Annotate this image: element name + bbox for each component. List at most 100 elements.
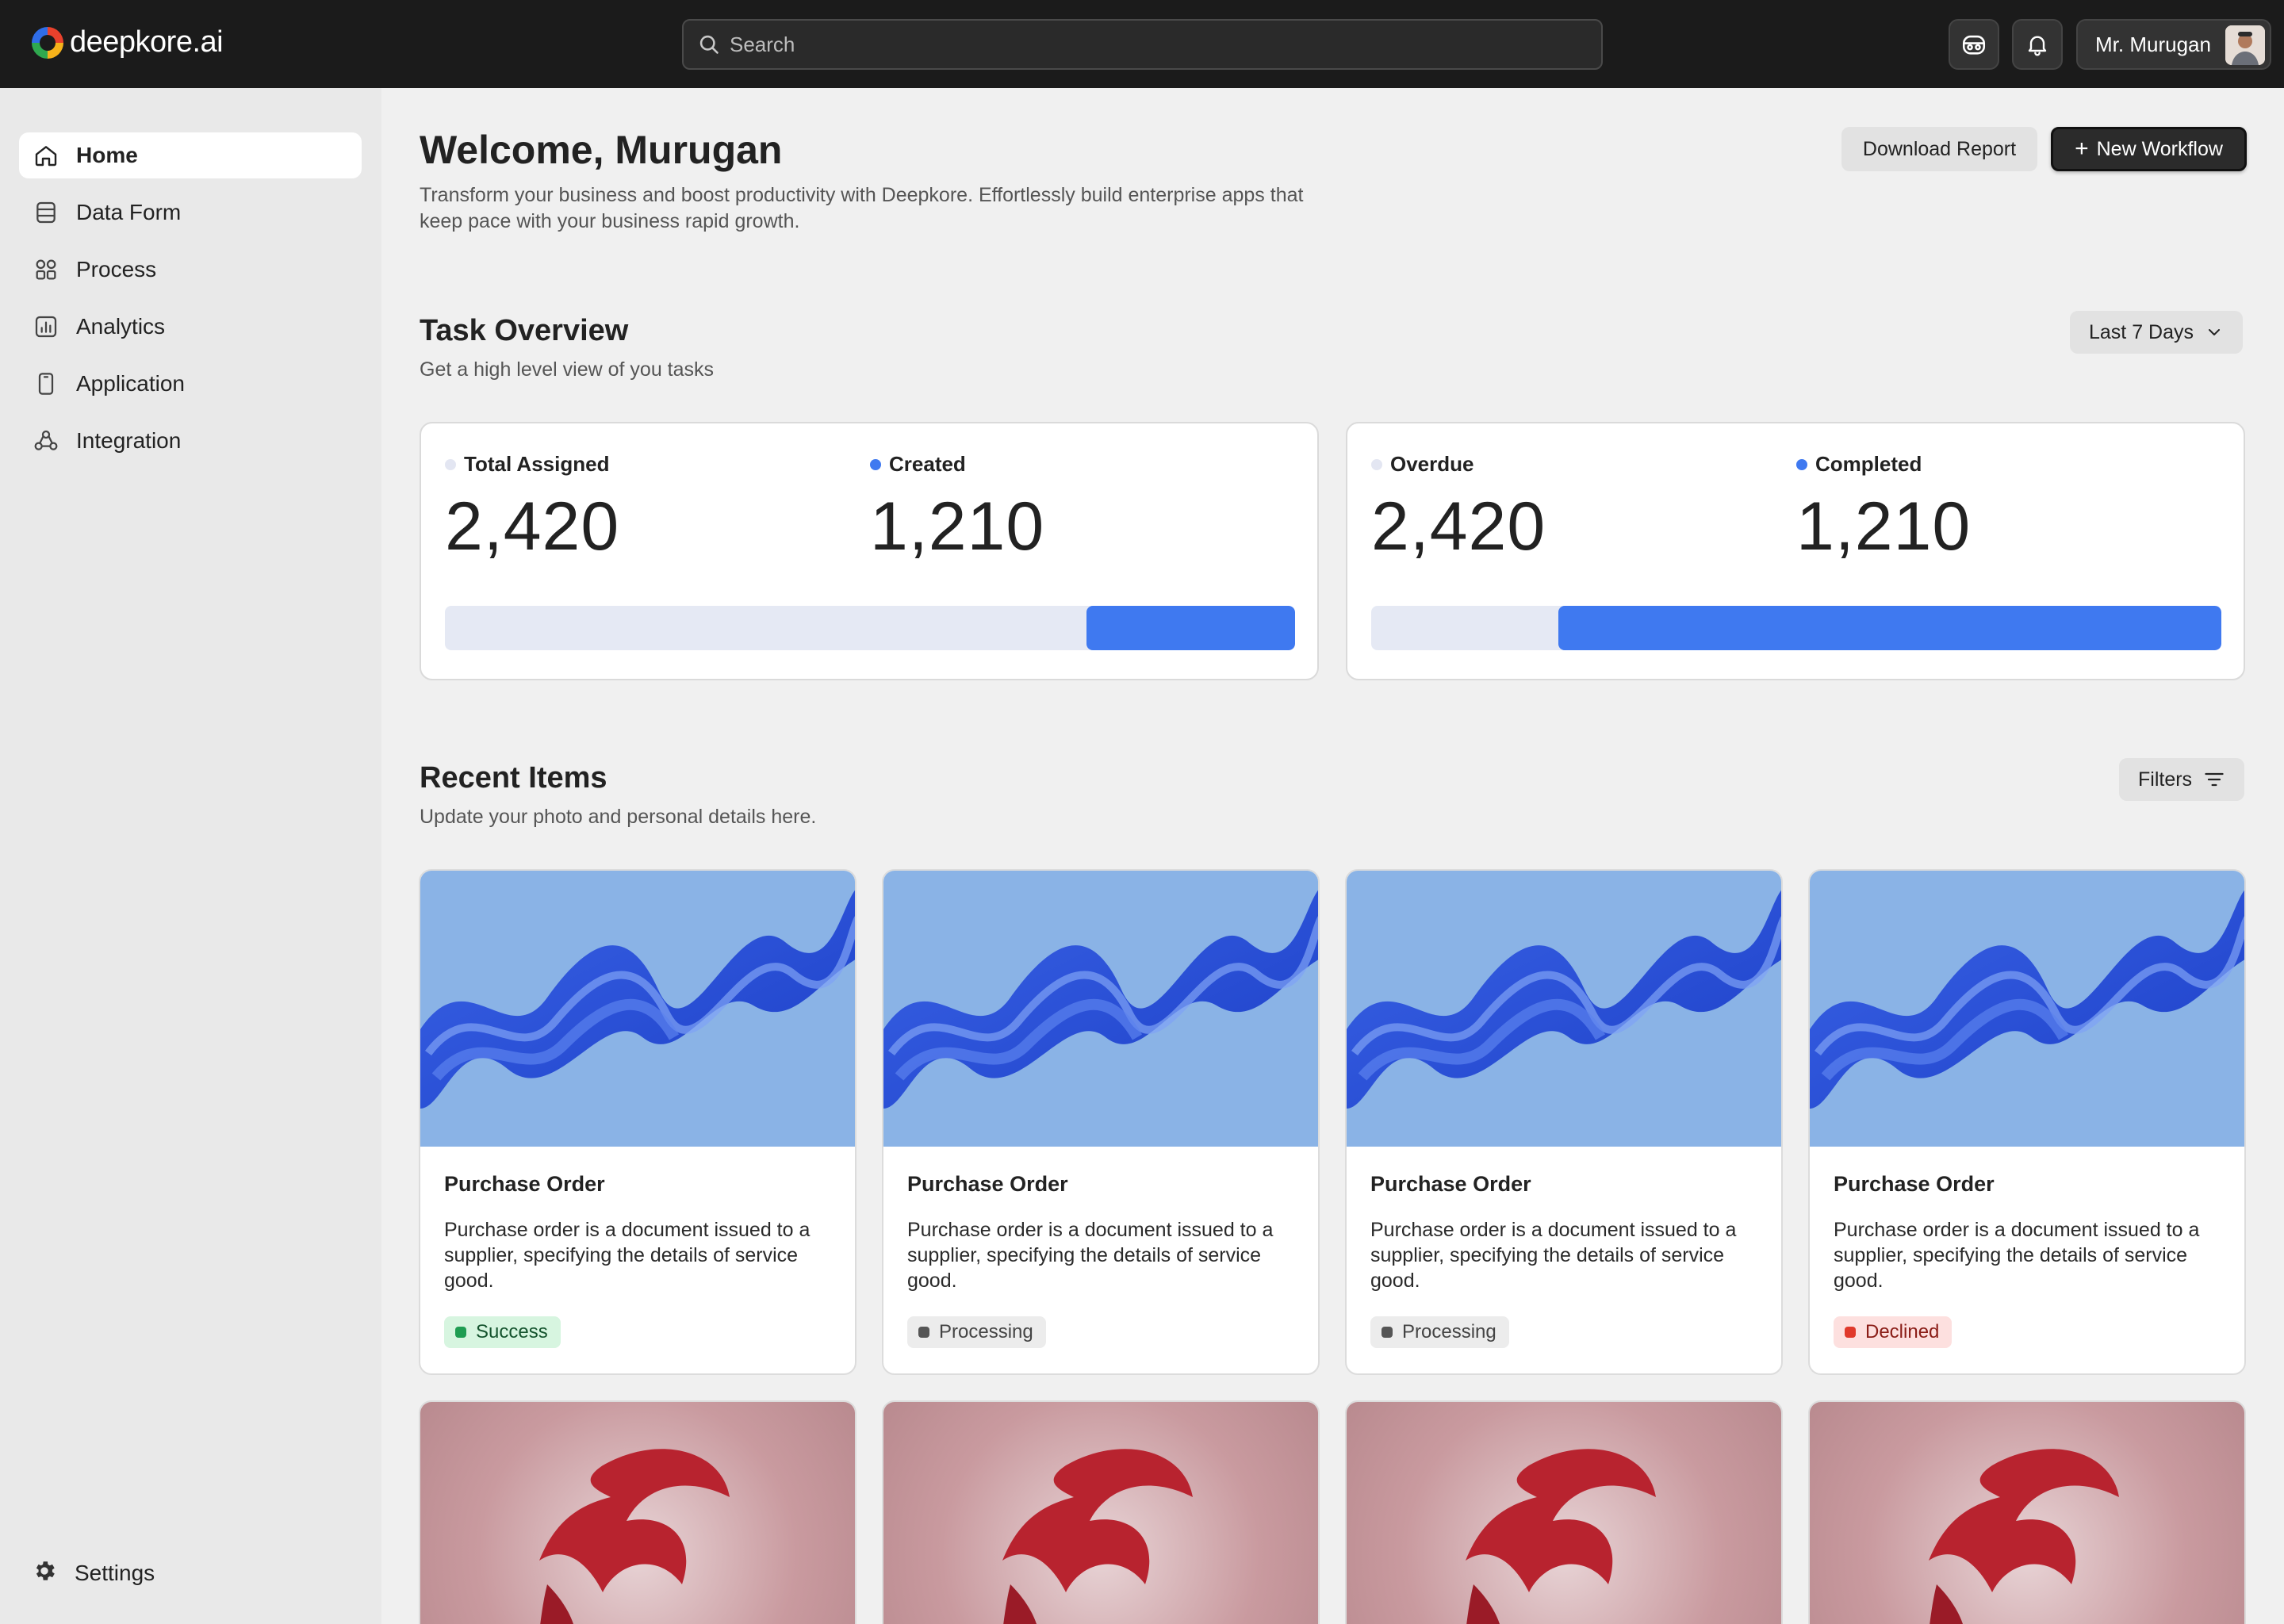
sidebar-item-label: Analytics (76, 314, 166, 339)
integration-icon (32, 427, 60, 455)
recent-item-card[interactable]: Purchase Order Purchase order is a docum… (1808, 869, 2246, 1375)
search-bar[interactable] (682, 19, 1603, 70)
recent-item-card[interactable] (1808, 1400, 2246, 1624)
card-title: Purchase Order (1370, 1172, 1531, 1196)
stat-value: 2,420 (445, 488, 620, 565)
sidebar-item-data-form[interactable]: Data Form (19, 190, 362, 236)
sidebar-item-process[interactable]: Process (19, 247, 362, 293)
legend-dot (1371, 458, 1382, 470)
analytics-icon (32, 312, 60, 341)
recent-item-card[interactable]: Purchase Order Purchase order is a docum… (882, 869, 1320, 1375)
progress-bar (445, 606, 1295, 650)
sidebar-item-label: Data Form (76, 200, 182, 224)
status-label: Processing (1402, 1321, 1496, 1342)
user-name: Mr. Murugan (2095, 32, 2211, 56)
stat-label: Total Assigned (464, 452, 610, 476)
deepkore-logo-icon (32, 26, 63, 59)
mobile-icon (32, 370, 60, 398)
card-title: Purchase Order (444, 1172, 605, 1196)
gear-icon (32, 1558, 57, 1588)
task-stats-card: Total Assigned 2,420 Created 1,210 (420, 422, 1319, 680)
card-description: Purchase order is a document issued to a… (1370, 1219, 1737, 1292)
avatar (2225, 25, 2265, 65)
bot-button[interactable] (1949, 19, 1999, 70)
database-icon (32, 198, 60, 227)
process-icon (32, 255, 60, 284)
filters-button[interactable]: Filters (2119, 758, 2245, 801)
sidebar-item-label: Process (76, 257, 157, 282)
stat-value: 1,210 (1796, 488, 1972, 565)
status-badge: Declined (1834, 1316, 1953, 1348)
status-dot (1382, 1327, 1393, 1338)
stat-completed: Completed 1,210 (1796, 452, 1971, 566)
stat-overdue: Overdue 2,420 (1371, 452, 1546, 566)
new-workflow-button[interactable]: + New Workflow (2051, 127, 2247, 171)
logo-text: deepkore.ai (70, 25, 224, 59)
stat-value: 2,420 (1371, 488, 1546, 565)
date-range-label: Last 7 Days (2089, 320, 2194, 343)
status-badge: Success (444, 1316, 561, 1348)
legend-dot (445, 458, 456, 470)
recent-item-card[interactable]: Purchase Order Purchase order is a docum… (419, 869, 856, 1375)
recent-items-subtitle: Update your photo and personal details h… (420, 806, 817, 828)
stat-label: Overdue (1390, 452, 1474, 476)
card-description: Purchase order is a document issued to a… (907, 1219, 1274, 1292)
legend-dot (1796, 458, 1807, 470)
recent-item-card[interactable] (882, 1400, 1320, 1624)
date-range-dropdown[interactable]: Last 7 Days (2070, 311, 2244, 354)
status-label: Declined (1865, 1321, 1940, 1342)
filter-icon (2205, 772, 2224, 787)
recent-items-title: Recent Items (420, 761, 607, 795)
task-stats-card: Overdue 2,420 Completed 1,210 (1346, 422, 2245, 680)
sidebar-item-label: Application (76, 371, 185, 396)
card-image (420, 1402, 855, 1624)
sidebar-item-analytics[interactable]: Analytics (19, 304, 362, 350)
legend-dot (870, 458, 881, 470)
stat-label: Completed (1815, 452, 1922, 476)
task-overview-title: Task Overview (420, 314, 629, 347)
card-image (883, 1402, 1318, 1624)
card-image (883, 871, 1318, 1147)
filters-label: Filters (2138, 768, 2193, 791)
search-icon (699, 35, 719, 54)
recent-item-card[interactable] (1345, 1400, 1783, 1624)
card-description: Purchase order is a document issued to a… (1834, 1219, 2200, 1292)
recent-item-card[interactable]: Purchase Order Purchase order is a docum… (1345, 869, 1783, 1375)
card-image (1810, 1402, 2244, 1624)
card-title: Purchase Order (1834, 1172, 1995, 1196)
notifications-button[interactable] (2012, 19, 2063, 70)
card-image (420, 871, 855, 1147)
top-bar: deepkore.ai Mr. Murugan (0, 0, 2284, 88)
home-icon (32, 141, 60, 170)
sidebar-item-settings[interactable]: Settings (32, 1558, 155, 1588)
progress-fill (1558, 606, 2221, 650)
recent-item-card[interactable] (419, 1400, 856, 1624)
stat-total-assigned: Total Assigned 2,420 (445, 452, 619, 566)
status-dot (455, 1327, 466, 1338)
card-image (1347, 871, 1781, 1147)
logo[interactable]: deepkore.ai (32, 25, 224, 59)
settings-label: Settings (75, 1560, 155, 1585)
sidebar-item-label: Home (76, 143, 138, 167)
sidebar: Home Data Form Process Analytics Applica… (0, 88, 381, 1624)
card-image (1347, 1402, 1781, 1624)
sidebar-item-home[interactable]: Home (19, 132, 362, 178)
sidebar-item-integration[interactable]: Integration (19, 418, 362, 464)
status-dot (918, 1327, 929, 1338)
progress-bar (1371, 606, 2221, 650)
progress-fill (1086, 606, 1295, 650)
status-label: Processing (939, 1321, 1033, 1342)
user-menu[interactable]: Mr. Murugan (2076, 19, 2271, 70)
stat-value: 1,210 (870, 488, 1045, 565)
bell-icon (2028, 36, 2047, 56)
status-dot (1845, 1327, 1856, 1338)
stat-label: Created (889, 452, 966, 476)
stat-created: Created 1,210 (870, 452, 1044, 566)
sidebar-item-application[interactable]: Application (19, 361, 362, 407)
sidebar-item-label: Integration (76, 428, 182, 453)
card-image (1810, 871, 2244, 1147)
new-workflow-label: New Workflow (2096, 137, 2223, 160)
search-input[interactable] (730, 32, 1523, 57)
plus-icon: + (2075, 136, 2089, 162)
download-report-button[interactable]: Download Report (1841, 127, 2037, 171)
